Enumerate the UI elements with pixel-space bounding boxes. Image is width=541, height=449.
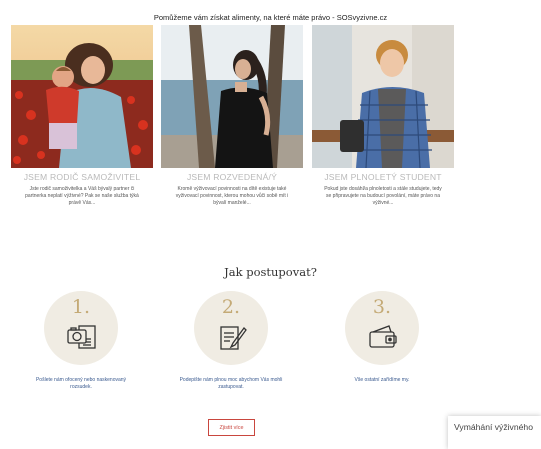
step-2: 2. Podepište nám plnou moc abychom Vás m… xyxy=(161,291,301,392)
step-3: 3. Vše ostatní zařídíme my. xyxy=(312,291,452,384)
photo-woman-sea[interactable] xyxy=(161,25,303,168)
card-divorced[interactable]: JSEM ROZVEDENÁ/Ý Kromě výživovací povinn… xyxy=(161,25,303,208)
camera-document-icon xyxy=(67,325,96,349)
step-number: 2. xyxy=(221,296,241,318)
photo-student[interactable] xyxy=(312,25,454,168)
chat-widget[interactable]: Vymáhání výživného xyxy=(448,416,541,449)
card-description: Jste rodič samoživitelka a Váš bývalý pa… xyxy=(25,186,139,207)
step-1: 1. Pošlete nám ofocený nebo naskenovaný … xyxy=(11,291,151,392)
step-circle: 2. xyxy=(194,291,268,365)
learn-more-button[interactable]: Zjistit více xyxy=(208,419,255,436)
step-text: Vše ostatní zařídíme my. xyxy=(354,377,410,383)
step-number: 1. xyxy=(71,296,91,318)
step-text: Podepište nám plnou moc abychom Vás mohl… xyxy=(179,377,283,391)
photo-parent-child[interactable] xyxy=(11,25,153,168)
section-title: Jak postupovat? xyxy=(224,265,317,279)
card-title[interactable]: JSEM RODIČ SAMOŽIVITEL xyxy=(11,172,153,182)
card-description: Pokud jste dosáhl/a plnoletosti a stále … xyxy=(324,186,442,207)
chat-widget-label[interactable]: Vymáhání výživného xyxy=(454,422,533,432)
card-title[interactable]: JSEM PLNOLETÝ STUDENT xyxy=(312,172,454,182)
step-text: Pošlete nám ofocený nebo naskenovaný roz… xyxy=(35,377,127,391)
step-circle: 3. xyxy=(345,291,419,365)
card-adult-student[interactable]: JSEM PLNOLETÝ STUDENT Pokud jste dosáhl/… xyxy=(312,25,454,208)
card-title[interactable]: JSEM ROZVEDENÁ/Ý xyxy=(161,172,303,182)
card-description: Kromě výživovací povinnosti na dítě exis… xyxy=(175,186,289,207)
card-single-parent[interactable]: JSEM RODIČ SAMOŽIVITEL Jste rodič samoži… xyxy=(11,25,153,208)
wallet-icon xyxy=(369,325,397,348)
step-number: 3. xyxy=(372,296,392,318)
top-banner: Pomůžeme vám získat alimenty, na které m… xyxy=(153,13,388,22)
sign-document-icon xyxy=(220,326,247,350)
step-circle: 1. xyxy=(44,291,118,365)
